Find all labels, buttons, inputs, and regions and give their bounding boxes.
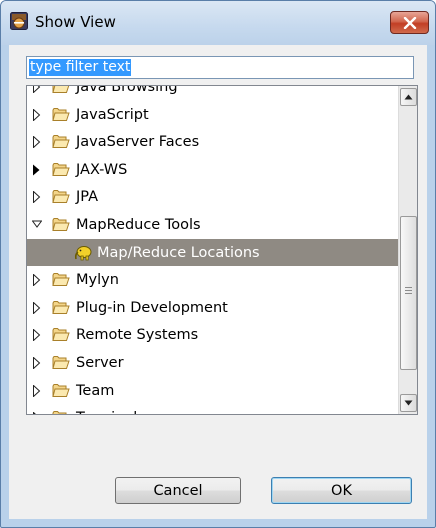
close-button[interactable]	[390, 11, 429, 34]
tree-item-label: Terminal	[76, 409, 137, 414]
scroll-up-button[interactable]	[400, 88, 417, 106]
folder-icon	[52, 135, 70, 149]
tree-item[interactable]: Remote Systems	[27, 321, 398, 349]
grip-line	[405, 290, 412, 291]
window-title: Show View	[35, 13, 116, 31]
title-bar[interactable]: Show View	[1, 1, 435, 45]
tree-item-label: JPA	[76, 189, 99, 206]
collapsed-arrow-icon[interactable]	[32, 329, 42, 342]
tree-item-label: MapReduce Tools	[76, 216, 201, 233]
collapsed-arrow-icon[interactable]	[32, 108, 42, 121]
tree-item-label: Mylyn	[76, 272, 119, 289]
tree-item[interactable]: Terminal	[27, 404, 398, 415]
cancel-button[interactable]: Cancel	[115, 477, 241, 504]
collapsed-arrow-icon[interactable]	[32, 164, 42, 176]
folder-icon	[52, 217, 70, 231]
collapsed-arrow-icon[interactable]	[32, 412, 42, 415]
tree-item-label: Team	[76, 382, 115, 399]
vertical-scrollbar[interactable]	[398, 86, 417, 414]
tree-item[interactable]: JAX-WS	[27, 156, 398, 184]
tree-item[interactable]: JPA	[27, 183, 398, 211]
folder-icon	[52, 107, 70, 121]
folder-icon	[52, 86, 70, 93]
tree-item-label: JavaScript	[76, 106, 149, 123]
grip-line	[405, 287, 412, 288]
collapsed-arrow-icon[interactable]	[32, 356, 42, 369]
collapsed-arrow-icon[interactable]	[32, 191, 42, 204]
folder-icon	[52, 383, 70, 397]
tree-item[interactable]: Plug-in Development	[27, 294, 398, 322]
collapsed-arrow-icon[interactable]	[32, 85, 42, 93]
folder-icon	[52, 162, 70, 176]
tree-item[interactable]: Map/Reduce Locations	[27, 238, 398, 267]
tree-item[interactable]: MapReduce Tools	[27, 211, 398, 239]
tree-item-label: Remote Systems	[76, 327, 199, 344]
tree-item-label: Plug-in Development	[76, 299, 228, 316]
folder-icon	[52, 300, 70, 314]
tree-item[interactable]: Server	[27, 349, 398, 377]
tree-item[interactable]: Java Browsing	[27, 85, 398, 101]
folder-icon	[52, 355, 70, 369]
scroll-thumb[interactable]	[400, 216, 417, 370]
arrow-down-icon	[404, 400, 413, 406]
tree-item-label: Java Browsing	[76, 85, 178, 95]
tree-item-label: JAX-WS	[76, 161, 128, 178]
expanded-arrow-icon[interactable]	[32, 219, 42, 231]
tree-item-label: Map/Reduce Locations	[97, 244, 260, 261]
collapsed-arrow-icon[interactable]	[32, 384, 42, 397]
tree-item[interactable]: Mylyn	[27, 266, 398, 294]
folder-icon	[52, 411, 67, 414]
arrow-up-icon	[404, 94, 413, 100]
collapsed-arrow-icon[interactable]	[32, 136, 42, 149]
view-tree[interactable]: Java Browsing JavaScript JavaServer Faces J…	[26, 85, 418, 415]
collapsed-arrow-icon[interactable]	[32, 274, 42, 287]
tree-item[interactable]: JavaScript	[27, 101, 398, 129]
scroll-down-button[interactable]	[400, 394, 417, 412]
ok-button[interactable]: OK	[271, 477, 412, 504]
tree-item[interactable]: Team	[27, 377, 398, 405]
grip-line	[405, 293, 412, 294]
tree-item[interactable]: JavaServer Faces	[27, 128, 398, 156]
folder-icon	[52, 273, 70, 287]
filter-input-selected-text: type filter text	[29, 59, 132, 76]
tree-item-label: JavaServer Faces	[76, 134, 200, 151]
elephant-icon	[74, 245, 92, 260]
folder-icon	[52, 190, 70, 204]
show-view-dialog: Show View type filter text Java Browsing…	[0, 0, 436, 528]
dialog-body: type filter text Java Browsing JavaScript…	[9, 45, 427, 519]
tree-item-label: Server	[76, 354, 124, 371]
close-icon	[403, 16, 416, 29]
collapsed-arrow-icon[interactable]	[32, 301, 42, 314]
filter-input[interactable]: type filter text	[26, 56, 414, 79]
tree-rows: Java Browsing JavaScript JavaServer Faces J…	[27, 85, 398, 415]
eclipse-app-icon	[10, 12, 28, 30]
folder-icon	[52, 328, 70, 342]
